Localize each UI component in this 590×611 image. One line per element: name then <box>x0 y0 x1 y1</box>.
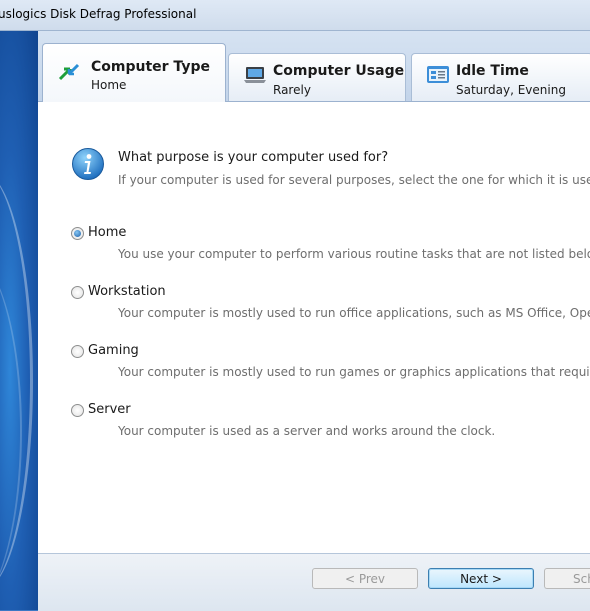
tab-computer-usage[interactable]: Computer Usage Rarely <box>228 53 406 101</box>
hint-text: If your computer is used for several pur… <box>118 173 590 187</box>
wizard-footer: < Prev Next > Sch <box>38 553 590 611</box>
tab-idle-time[interactable]: Idle Time Saturday, Evening <box>411 53 590 101</box>
tab-subtitle: Home <box>91 78 127 92</box>
tab-strip: Computer Type Home Computer Usage Rarely <box>38 31 590 102</box>
side-decoration-panel <box>0 31 38 610</box>
tab-subtitle: Rarely <box>273 83 311 97</box>
tab-title: Computer Type <box>91 59 210 75</box>
tab-computer-type[interactable]: Computer Type Home <box>42 43 226 102</box>
option-label[interactable]: Server <box>88 402 131 417</box>
tab-subtitle: Saturday, Evening <box>456 83 566 97</box>
option-label[interactable]: Workstation <box>88 284 166 299</box>
option-description: Your computer is used as a server and wo… <box>118 424 496 438</box>
prev-button[interactable]: < Prev <box>312 568 418 589</box>
tab-title: Computer Usage <box>273 63 405 79</box>
content-panel: What purpose is your computer used for? … <box>38 101 590 554</box>
window-title: uslogics Disk Defrag Professional <box>0 7 197 21</box>
option-label[interactable]: Home <box>88 225 126 240</box>
question-text: What purpose is your computer used for? <box>118 150 389 165</box>
workstation-radio[interactable] <box>71 286 84 299</box>
home-radio[interactable] <box>71 227 84 240</box>
laptop-icon <box>243 64 267 86</box>
option-label[interactable]: Gaming <box>88 343 139 358</box>
tab-title: Idle Time <box>456 63 529 79</box>
option-description: Your computer is mostly used to run game… <box>118 365 590 379</box>
schedule-button[interactable]: Sch <box>544 568 590 589</box>
next-button[interactable]: Next > <box>428 568 534 589</box>
info-icon <box>71 147 105 181</box>
computer-type-arrows-icon <box>57 61 81 83</box>
option-description: You use your computer to perform various… <box>118 247 590 261</box>
calendar-card-icon <box>426 64 450 86</box>
wizard-frame: Computer Type Home Computer Usage Rarely <box>38 31 590 611</box>
option-description: Your computer is mostly used to run offi… <box>118 306 590 320</box>
gaming-radio[interactable] <box>71 345 84 358</box>
title-bar: uslogics Disk Defrag Professional <box>0 0 590 31</box>
server-radio[interactable] <box>71 404 84 417</box>
